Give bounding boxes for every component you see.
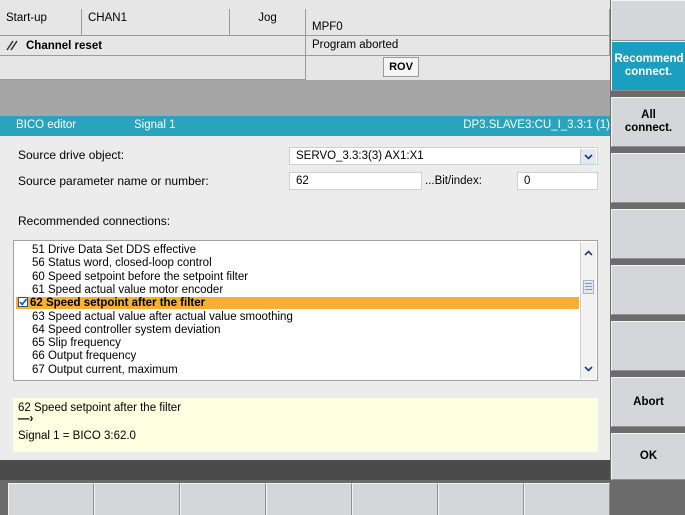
list-item-selected[interactable]: 62 Speed setpoint after the filter (16, 297, 579, 310)
vsoftkey-5[interactable] (611, 209, 685, 259)
scroll-thumb[interactable] (583, 280, 594, 294)
checkbox-checked-icon[interactable] (18, 297, 28, 308)
reset-icon (4, 39, 20, 51)
hsoftkey-2[interactable] (94, 483, 180, 515)
hsoftkey-4[interactable] (266, 483, 352, 515)
list-item[interactable]: 56 Status word, closed-loop control (16, 257, 579, 269)
list-item-label: 64 Speed controller system deviation (32, 323, 221, 336)
list-item-label: 51 Drive Data Set DDS effective (32, 244, 197, 256)
op-mode-label: Jog (230, 9, 306, 36)
list-item[interactable]: 51 Drive Data Set DDS effective (16, 244, 579, 256)
title-bar: BICO editor Signal 1 DP3.SLAVE3:CU_I_3.3… (0, 116, 610, 136)
info-line-3: Signal 1 = BICO 3:62.0 (18, 430, 136, 442)
bit-index-label: ...Bit/index: (425, 175, 482, 187)
abort-button[interactable]: Abort (611, 377, 685, 427)
connections-list[interactable]: 51 Drive Data Set DDS effective 56 Status… (13, 240, 598, 381)
ok-label: OK (639, 450, 658, 462)
list-item-label: 56 Status word, closed-loop control (32, 257, 212, 270)
title-middle: Signal 1 (134, 119, 176, 131)
list-item[interactable]: 67 Output current, maximum (16, 364, 579, 376)
scroll-down-icon[interactable] (581, 361, 596, 376)
program-label: MPF0 (306, 9, 610, 36)
source-param-input[interactable]: 62 (289, 172, 422, 190)
info-arrow: —› (18, 413, 34, 425)
vsoftkey-7[interactable] (611, 321, 685, 371)
source-param-label: Source parameter name or number: (18, 174, 209, 188)
list-item[interactable]: 65 Slip frequency (16, 337, 579, 349)
header-empty-cell (0, 56, 306, 80)
info-box: 62 Speed setpoint after the filter —› Si… (13, 398, 598, 452)
source-drive-select[interactable]: SERVO_3.3:3(3) AX1:X1 (289, 147, 598, 165)
source-drive-label: Source drive object: (18, 148, 125, 162)
hsoftkey-6[interactable] (438, 483, 524, 515)
list-item[interactable]: 61 Speed actual value motor encoder (16, 284, 579, 296)
program-status: Program aborted (306, 36, 610, 56)
message-band (0, 80, 610, 116)
list-item-label: 66 Output frequency (32, 350, 137, 363)
list-item-label: 62 Speed setpoint after the filter (30, 297, 206, 310)
title-right: DP3.SLAVE3:CU_I_3.3:1 (1) (463, 119, 610, 131)
list-scrollbar[interactable] (580, 242, 596, 379)
source-drive-value: SERVO_3.3:3(3) AX1:X1 (296, 150, 424, 162)
hsoftkey-1[interactable] (8, 483, 94, 515)
title-left: BICO editor (16, 119, 77, 131)
channel-status: Channel reset (0, 36, 306, 56)
vsoftkey-6[interactable] (611, 265, 685, 315)
list-item-label: 61 Speed actual value motor encoder (32, 283, 224, 296)
channel-status-text: Channel reset (26, 40, 103, 52)
list-item-label: 63 Speed actual value after actual value… (32, 310, 293, 323)
ok-button[interactable]: OK (611, 433, 685, 480)
abort-label: Abort (633, 395, 664, 408)
bit-index-input[interactable]: 0 (517, 172, 598, 190)
list-item[interactable]: 60 Speed setpoint before the setpoint fi… (16, 271, 579, 283)
scroll-up-icon[interactable] (581, 245, 596, 260)
vsoftkey-1[interactable] (611, 0, 685, 41)
hsoftkey-7[interactable] (524, 483, 610, 515)
mode-label: Start-up (0, 9, 82, 36)
list-item[interactable]: 64 Speed controller system deviation (16, 324, 579, 336)
recommended-connections-button[interactable]: Recommend connect. (611, 41, 685, 91)
bottom-band (0, 460, 610, 480)
recommended-label: Recommended connections: (18, 214, 171, 228)
hsoftkey-5[interactable] (352, 483, 438, 515)
hsoftkey-3[interactable] (180, 483, 266, 515)
list-item-label: 65 Slip frequency (32, 337, 121, 350)
recommended-connections-label: Recommend connect. (614, 53, 684, 78)
vsoftkey-4[interactable] (611, 153, 685, 203)
chevron-down-icon[interactable] (580, 149, 596, 164)
info-line-1: 62 Speed setpoint after the filter (18, 402, 182, 414)
list-item-label: 67 Output current, maximum (32, 363, 178, 376)
all-connections-label: All connect. (624, 109, 673, 134)
list-item[interactable]: 63 Speed actual value after actual value… (16, 311, 579, 323)
all-connections-button[interactable]: All connect. (611, 97, 685, 147)
list-item[interactable]: 66 Output frequency (16, 350, 579, 362)
channel-label: CHAN1 (82, 9, 230, 36)
rov-indicator: ROV (383, 57, 419, 77)
list-item-label: 60 Speed setpoint before the setpoint fi… (32, 270, 249, 283)
